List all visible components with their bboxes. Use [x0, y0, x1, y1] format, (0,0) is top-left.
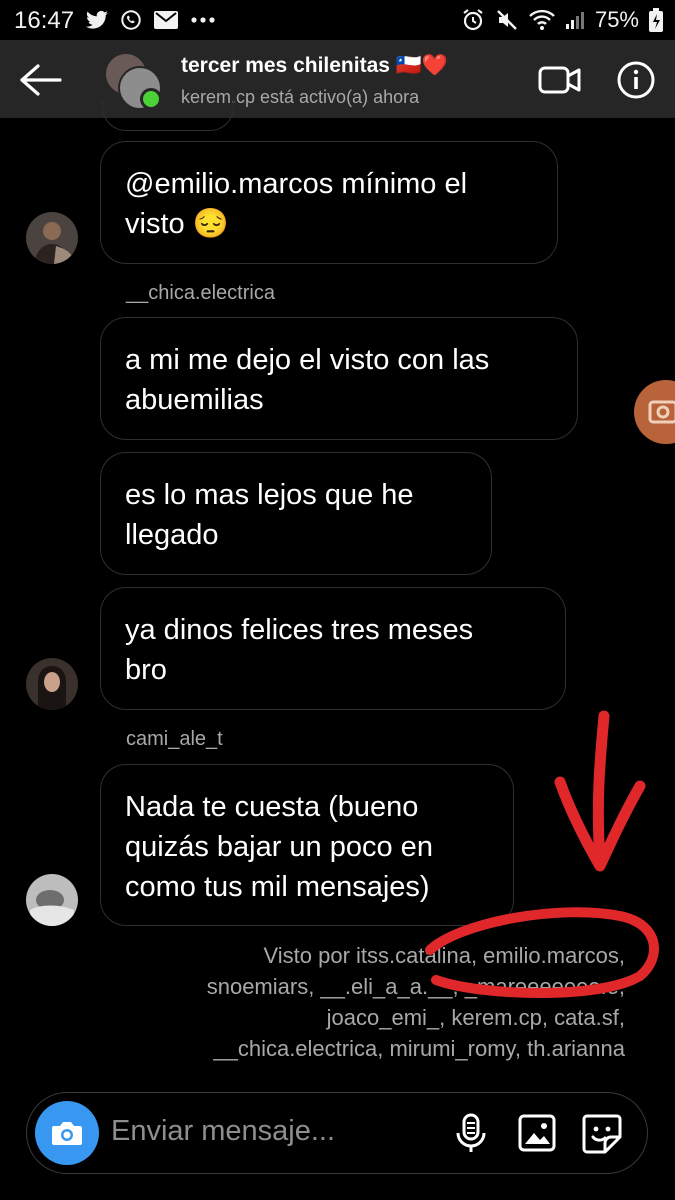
message-bubble[interactable]: @emilio.marcos mínimo el visto 😔 — [100, 141, 558, 264]
mail-icon — [154, 11, 178, 29]
status-bar: 16:47 75% — [0, 0, 675, 40]
message-text-line: bro — [125, 654, 167, 686]
wifi-icon — [529, 9, 555, 30]
message-text-line: quizás bajar un poco en — [125, 831, 433, 863]
more-notifications-icon — [191, 17, 215, 23]
camera-icon — [648, 400, 675, 424]
whatsapp-icon — [121, 10, 141, 30]
message-bubble[interactable]: es lo mas lejos que he llegado — [100, 452, 492, 575]
previous-message-bubble — [102, 100, 234, 131]
message-text-line: Nada te cuesta (bueno — [125, 791, 419, 823]
seen-by-line: __chica.electrica, mirumi_romy, th.arian… — [213, 1036, 625, 1061]
avatar[interactable] — [26, 212, 78, 264]
message-text-line: visto 😔 — [125, 208, 229, 240]
gallery-icon[interactable] — [517, 1113, 557, 1153]
sender-name: __chica.electrica — [126, 282, 275, 304]
battery-percent: 75% — [594, 7, 639, 32]
annotation-arrow-head — [554, 776, 646, 872]
message-text-line: a mi me dejo el visto con las — [125, 344, 490, 376]
twitter-icon — [86, 10, 108, 29]
annotation-arrow-shaft — [592, 710, 610, 868]
message-text-line: ya dinos felices tres meses — [125, 614, 474, 646]
microphone-icon[interactable] — [453, 1113, 489, 1153]
message-text-line: es lo mas lejos que he — [125, 479, 414, 511]
battery-charging-icon — [649, 8, 663, 32]
avatar[interactable] — [26, 874, 78, 926]
floating-chat-head[interactable] — [634, 380, 675, 444]
camera-button[interactable] — [35, 1101, 99, 1165]
message-text-line: llegado — [125, 519, 219, 551]
message-text-line: @emilio.marcos mínimo el — [125, 168, 468, 200]
alarm-icon — [463, 9, 483, 31]
camera-icon — [52, 1122, 82, 1145]
signal-icon — [565, 12, 584, 29]
message-bubble[interactable]: Nada te cuesta (bueno quizás bajar un po… — [100, 764, 514, 926]
avatar[interactable] — [26, 658, 78, 710]
message-text-line: como tus mil mensajes) — [125, 871, 430, 903]
message-input[interactable]: Enviar mensaje... — [111, 1115, 335, 1148]
message-bubble[interactable]: a mi me dejo el visto con las abuemilias — [100, 317, 578, 440]
status-time: 16:47 — [14, 7, 75, 34]
mute-icon — [497, 10, 517, 30]
sender-name: cami_ale_t — [126, 728, 223, 750]
seen-by-list[interactable]: Visto por itss.catalina, emilio.marcos, … — [105, 940, 625, 1064]
system-status: 75% — [461, 7, 663, 33]
seen-by-line: Visto por itss.catalina, emilio.marcos, — [263, 943, 625, 968]
seen-by-line: joaco_emi_, kerem.cp, cata.sf, — [326, 1005, 625, 1030]
chat-title[interactable]: tercer mes chilenitas 🇨🇱❤️ — [181, 54, 448, 78]
message-composer: Enviar mensaje... — [26, 1092, 648, 1174]
seen-by-line: snoemiars, __.eli_a_a.__, _mareeeeeee.e, — [206, 974, 625, 999]
back-arrow-icon[interactable] — [18, 60, 62, 100]
notification-icons — [86, 9, 216, 31]
message-text-line: abuemilias — [125, 384, 264, 416]
info-icon[interactable] — [616, 60, 656, 100]
message-bubble[interactable]: ya dinos felices tres meses bro — [100, 587, 566, 710]
sticker-icon[interactable] — [581, 1113, 623, 1155]
video-call-icon[interactable] — [538, 62, 582, 98]
